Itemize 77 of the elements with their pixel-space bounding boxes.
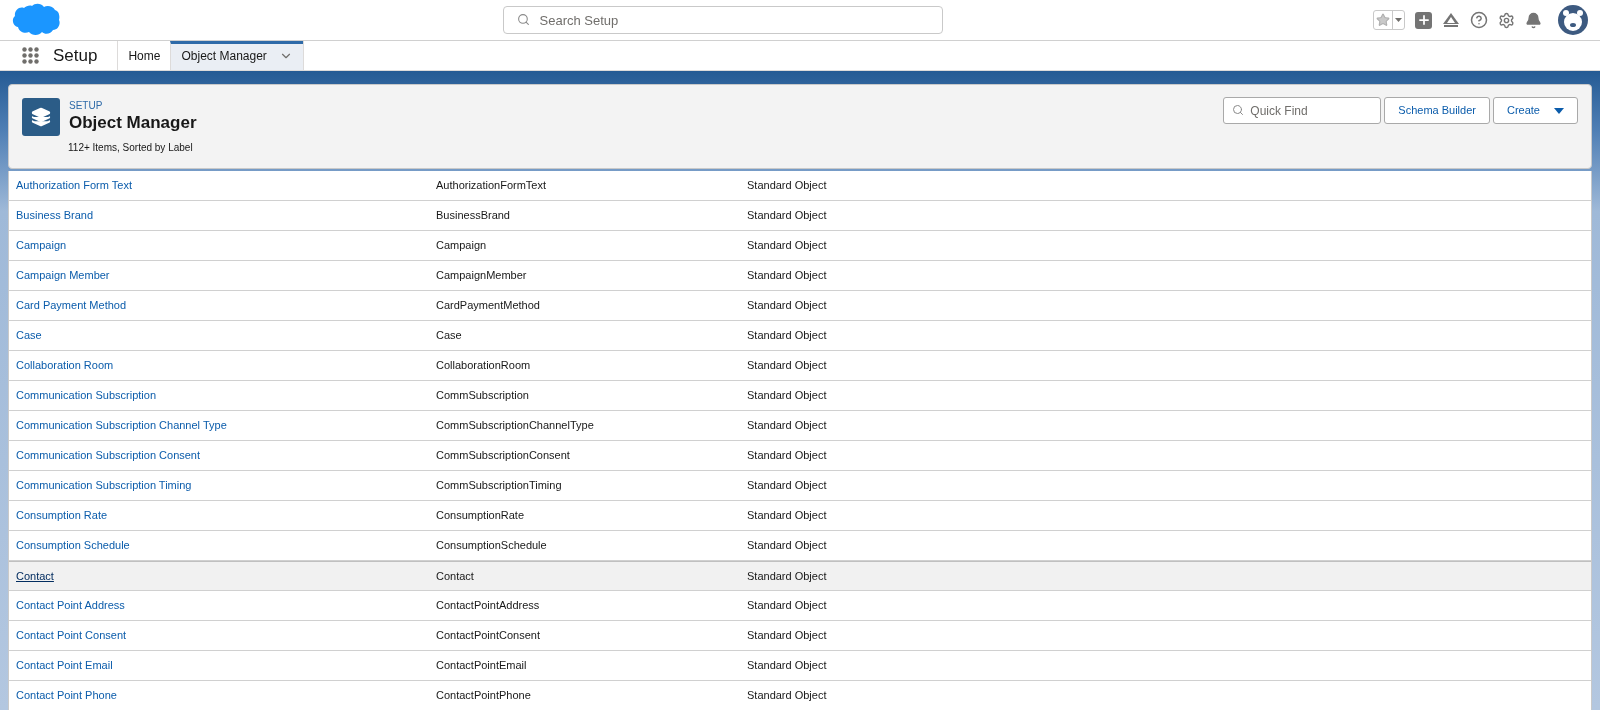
star-icon [1376,13,1390,27]
object-label-link[interactable]: Communication Subscription [9,387,436,404]
object-type-cell-text: Standard Object [747,658,827,674]
api-name-cell-text: ContactPointEmail [436,658,528,674]
object-type-cell-text: Standard Object [747,568,827,584]
api-name-cell-text: ContactPointAddress [436,598,541,614]
api-name-cell-text: CommSubscription [436,388,530,404]
app-name: Setup [53,44,98,67]
search-icon [1232,104,1245,116]
object-label-link[interactable]: Communication Subscription Channel Type [9,417,436,434]
avatar-icon[interactable] [1558,5,1588,35]
api-name-cell-text: ConsumptionSchedule [436,538,548,554]
object-label-link[interactable]: Campaign Member [9,267,436,284]
object-type-cell-text: Standard Object [747,298,827,314]
breadcrumb-link[interactable]: SETUP [69,100,197,112]
object-type-cell-text: Standard Object [747,478,827,494]
api-name-cell-text: Contact [436,568,475,584]
api-name-cell-text: Case [436,328,463,344]
object-type-cell-text: Standard Object [747,448,827,464]
object-type-cell-text: Standard Object [747,418,827,434]
object-label-link[interactable]: Consumption Rate [9,507,436,524]
app-launcher-icon[interactable] [22,47,39,64]
object-label-link[interactable]: Communication Subscription Consent [9,447,436,464]
api-name-cell-text: CommSubscriptionConsent [436,448,571,464]
object-type-cell-text: Standard Object [747,508,827,524]
header-button[interactable]: Create [1492,97,1578,124]
object-type-cell-text: Standard Object [747,358,827,374]
api-name-cell-text: CollaborationRoom [436,358,532,374]
object-label-link[interactable]: Communication Subscription Timing [9,477,436,494]
add-icon[interactable] [1415,11,1432,29]
object-type-cell-text: Standard Object [747,238,827,254]
item-count: 112+ Items, Sorted by Label [68,141,194,155]
object-type-cell-text: Standard Object [747,688,827,704]
object-label-link[interactable]: Contact Point Email [9,657,436,674]
object-type-cell-text: Standard Object [747,268,827,284]
dropdown-triangle-icon [1554,107,1564,114]
object-label-link[interactable]: Case [9,327,436,344]
settings-icon[interactable] [1498,11,1515,29]
page-title: Object Manager [69,112,197,134]
api-name-cell-text: ContactPointPhone [436,688,532,704]
layers-icon [22,98,60,136]
quick-find-field[interactable]: Quick Find [1223,97,1382,124]
object-type-cell-text: Standard Object [747,388,827,404]
caret-icon [1395,18,1402,22]
object-label-link[interactable]: Contact Point Address [9,597,436,614]
object-label-link[interactable]: Consumption Schedule [9,537,436,554]
api-name-cell-text: ConsumptionRate [436,508,526,524]
header-button[interactable]: Schema Builder [1384,97,1490,124]
object-label-link[interactable]: Contact Point Consent [9,627,436,644]
api-name-cell-text: CardPaymentMethod [436,298,541,314]
api-name-cell-text: CampaignMember [436,268,528,284]
object-label-link[interactable]: Collaboration Room [9,357,436,374]
object-type-cell-text: Standard Object [747,598,827,614]
notifications-icon[interactable] [1525,11,1542,29]
object-type-cell-text: Standard Object [747,538,827,554]
api-name-cell-text: CommSubscriptionTiming [436,478,563,494]
object-label-link[interactable]: Card Payment Method [9,297,436,314]
api-name-cell-text: AuthorizationFormText [436,178,548,194]
nav-tab[interactable]: Object Manager [170,41,303,70]
object-label-link[interactable]: Business Brand [9,207,436,224]
object-type-cell-text: Standard Object [747,208,827,224]
favorites-button[interactable] [1373,10,1405,30]
api-name-cell-text: ContactPointConsent [436,628,541,644]
object-type-cell-text: Standard Object [747,178,827,194]
cloud-logo-icon[interactable] [12,2,60,38]
object-label-link[interactable]: Campaign [9,237,436,254]
search-icon [516,13,530,26]
api-name-cell-text: CommSubscriptionChannelType [436,418,595,434]
api-name-cell-text: Campaign [436,238,488,254]
object-type-cell-text: Standard Object [747,328,827,344]
object-label-link[interactable]: Contact [9,567,436,585]
object-label-link[interactable]: Contact Point Phone [9,687,436,704]
object-label-link[interactable]: Authorization Form Text [9,177,436,194]
help-icon[interactable] [1470,11,1488,29]
search-field[interactable]: Search Setup [502,6,943,34]
object-type-cell-text: Standard Object [747,628,827,644]
api-name-cell-text: BusinessBrand [436,208,511,224]
